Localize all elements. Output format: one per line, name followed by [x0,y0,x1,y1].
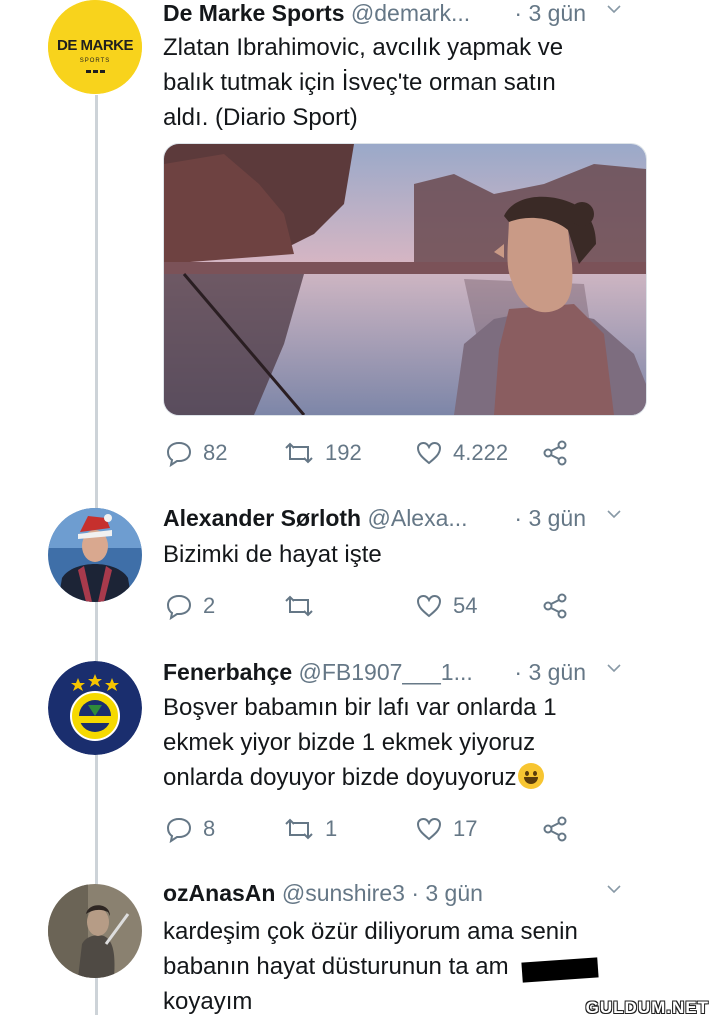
handle[interactable]: @sunshire3 [282,880,405,906]
like-button[interactable]: 54 [415,589,477,623]
retweet-icon [285,442,313,464]
tweet-actions: 82 192 4.222 [163,436,583,470]
tweet-text: Zlatan Ibrahimovic, avcılık yapmak ve ba… [163,30,657,135]
reply-icon [166,441,192,467]
display-name[interactable]: De Marke Sports [163,0,345,26]
tweet-sorloth[interactable]: Alexander Sørloth @Alexa... · 3 gün Bizi… [0,505,717,625]
text-line: aldı. (Diario Sport) [163,104,358,131]
share-button[interactable] [541,589,569,623]
avatar-demarke[interactable]: DE MARKE SPORTS [48,0,142,94]
retweet-icon [285,595,313,617]
ozanasan-avatar-image [48,884,142,978]
share-button[interactable] [541,812,569,846]
handle[interactable]: @FB1907___1... [299,659,473,685]
sorloth-avatar-image [48,508,142,602]
share-icon [543,816,567,842]
text-line-last: onlarda doyuyor bizde doyuyoruz [163,760,657,795]
chevron-down-icon[interactable] [605,880,623,903]
tweet-fenerbahce[interactable]: Fenerbahçe @FB1907___1... · 3 gün Boşver… [0,659,717,849]
demarke-logo: DE MARKE SPORTS [48,0,142,94]
like-button[interactable]: 17 [415,812,477,846]
like-count: 4.222 [453,440,509,465]
text-line: balık tutmak için İsveç'te orman satın [163,69,556,96]
reply-button[interactable]: 82 [165,436,227,470]
reply-icon [166,817,192,843]
display-name[interactable]: Fenerbahçe [163,659,292,685]
like-count: 54 [453,593,478,618]
watermark: GULDUM.NET [585,998,709,1017]
avatar-ozanasan[interactable] [48,884,142,978]
display-name[interactable]: Alexander Sørloth [163,505,361,531]
text-line: onlarda doyuyor bizde doyuyoruz [163,764,517,791]
like-icon [416,441,442,465]
retweet-count: 192 [325,440,362,465]
retweet-button[interactable] [283,589,325,623]
retweet-icon [285,818,313,840]
share-button[interactable] [541,436,569,470]
tweet-demarke[interactable]: DE MARKE SPORTS De Marke Sports @demark.… [0,0,717,470]
reply-button[interactable]: 8 [165,812,215,846]
like-icon [416,817,442,841]
tweet-actions: 8 1 17 [163,812,583,846]
text-line: ekmek yiyor bizde 1 ekmek yiyoruz [163,729,536,756]
tweet-text: Boşver babamın bir lafı var onlarda 1 ek… [163,690,657,795]
tweet-text: Bizimki de hayat işte [163,537,657,572]
tweet-header: Fenerbahçe @FB1907___1... · 3 gün [163,659,701,693]
tweet-photo[interactable] [163,143,647,416]
tweet-header: Alexander Sørloth @Alexa... · 3 gün [163,505,701,539]
timestamp[interactable]: · 3 gün [514,0,586,27]
reply-count: 2 [203,593,216,618]
text-line: Zlatan Ibrahimovic, avcılık yapmak ve [163,34,564,61]
text-line: koyayım [163,988,253,1015]
text-line: Boşver babamın bir lafı var onlarda 1 [163,694,557,721]
chevron-down-icon[interactable] [605,505,623,528]
avatar-sorloth[interactable] [48,508,142,602]
reply-count: 8 [203,816,216,841]
timestamp[interactable]: · 3 gün [411,880,483,906]
text-line: kardeşim çok özür diliyorum ama senin [163,918,578,945]
grinning-face-emoji-icon [517,763,544,789]
reply-icon [166,594,192,620]
timestamp[interactable]: · 3 gün [514,659,586,686]
handle[interactable]: @Alexa... [368,505,468,531]
avatar-fenerbahce[interactable] [48,661,142,755]
tweet-header: De Marke Sports @demark... · 3 gün [163,0,701,34]
tweet-header: ozAnasAn @sunshire3 · 3 gün [163,880,701,914]
share-icon [543,440,567,466]
retweet-count: 1 [325,816,338,841]
reply-button[interactable]: 2 [165,589,215,623]
handle[interactable]: @demark... [351,0,470,26]
retweet-button[interactable]: 1 [283,812,337,846]
text-line: Bizimki de hayat işte [163,541,382,568]
like-count: 17 [453,816,478,841]
retweet-button[interactable]: 192 [283,436,362,470]
fenerbahce-crest [48,661,142,755]
logo-line2: SPORTS [80,58,111,64]
fishing-photo [164,144,646,415]
share-icon [543,593,567,619]
chevron-down-icon[interactable] [605,659,623,682]
reply-count: 82 [203,440,228,465]
chevron-down-icon[interactable] [605,0,623,23]
like-icon [416,594,442,618]
display-name[interactable]: ozAnasAn [163,880,275,906]
like-button[interactable]: 4.222 [415,436,508,470]
timestamp[interactable]: · 3 gün [514,505,586,532]
tweet-actions: 2 54 [163,589,583,623]
logo-line1: DE MARKE [57,37,133,54]
